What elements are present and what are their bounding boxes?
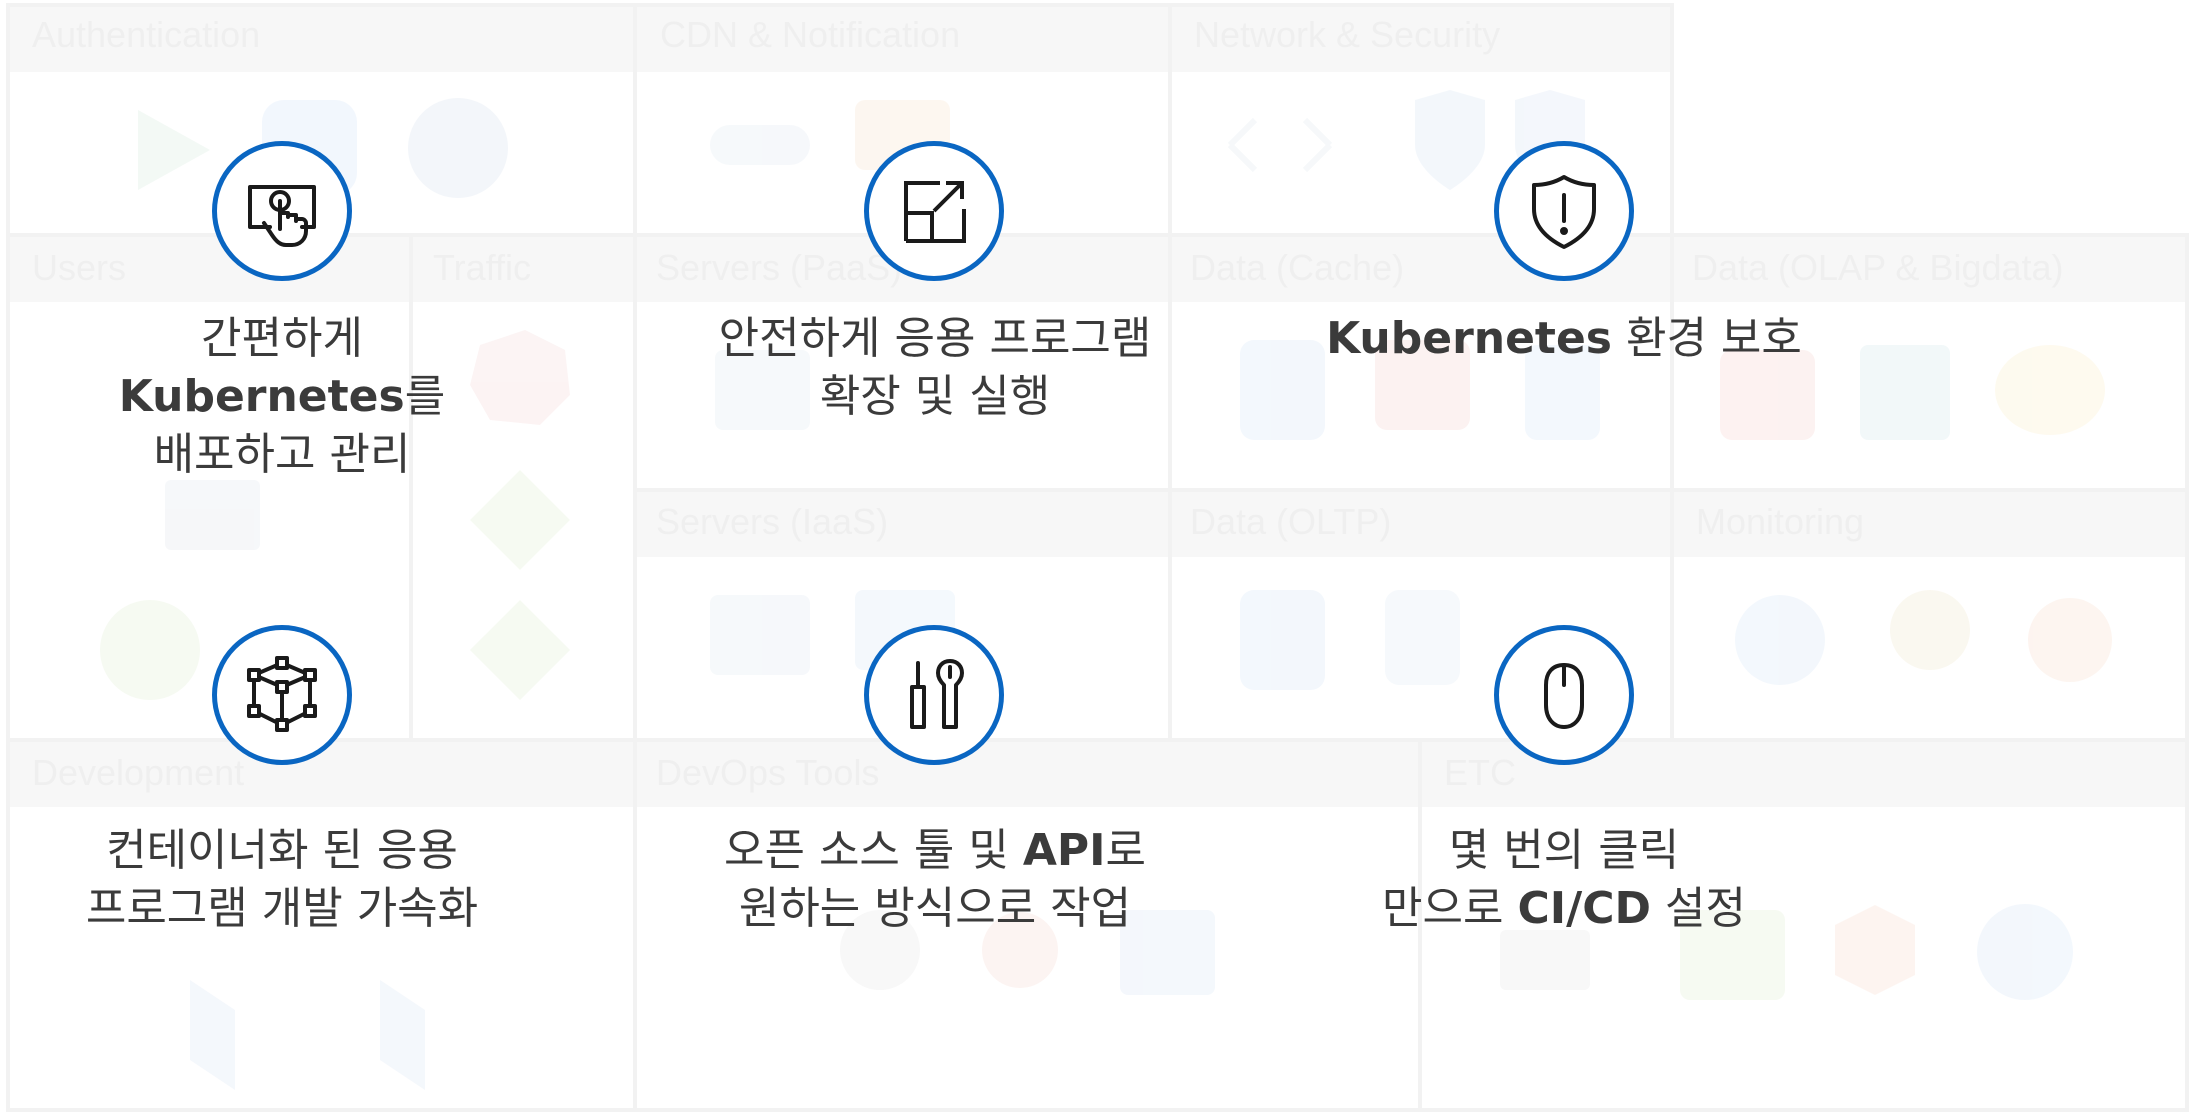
caption-line: 컨테이너화 된 응용 — [106, 825, 458, 876]
vm-icon — [710, 595, 810, 675]
feature-icon-circle — [1494, 625, 1634, 765]
visual-studio-icon — [190, 980, 235, 1090]
pipeline-icon — [1500, 930, 1590, 990]
category-label: Data (OLAP & Bigdata) — [1692, 247, 2064, 288]
category-label: Users — [32, 247, 126, 288]
caption-line: 간편하게 — [201, 313, 363, 364]
caption-line: 확장 및 실행 — [819, 371, 1051, 422]
load-balancer-icon — [470, 470, 570, 570]
category-label: Monitoring — [1696, 501, 1864, 542]
visual-studio-code-icon — [380, 980, 425, 1090]
security-shield-icon — [1415, 90, 1485, 190]
feature-caption: 간편하게 Kubernetes를 배포하고 관리 — [0, 310, 602, 484]
feature-caption: 컨테이너화 된 응용 프로그램 개발 가속화 — [0, 822, 602, 938]
category-label: Development — [32, 752, 244, 793]
category-label: Traffic — [433, 247, 531, 288]
category-label: Authentication — [32, 14, 260, 55]
category-label: Data (Cache) — [1190, 247, 1404, 288]
feature-caption: Kubernetes 환경 보호 — [1244, 310, 1884, 368]
caption-line: 안전하게 응용 프로그램 — [718, 313, 1152, 364]
category-label: Servers (IaaS) — [656, 501, 888, 542]
category-label: DevOps Tools — [656, 752, 879, 793]
network-icon — [1227, 117, 1333, 173]
caption-line: 프로그램 개발 가속화 — [85, 883, 479, 934]
shield-alert-icon — [1532, 175, 1596, 249]
facebook-icon — [408, 98, 508, 198]
touch-screen-icon — [248, 185, 316, 247]
xbox-icon — [100, 600, 200, 700]
grafana-icon — [2028, 598, 2112, 682]
category-label: Servers (PaaS) — [656, 247, 902, 288]
feature-icon-circle — [864, 625, 1004, 765]
caption-line: 만으로 CI/CD 설정 — [1382, 883, 1746, 934]
category-label: Data (OLTP) — [1190, 501, 1391, 542]
feature-icon-circle — [864, 141, 1004, 281]
app-gateway-icon — [470, 600, 570, 700]
desktop-icon — [165, 480, 260, 550]
cube-nodes-icon — [247, 656, 317, 732]
argo-icon — [1977, 904, 2073, 1000]
caption-line: 오픈 소스 툴 및 API로 — [724, 825, 1146, 876]
google-play-icon — [138, 110, 210, 190]
cloud-cdn-icon — [710, 125, 810, 165]
tools-icon — [910, 659, 964, 729]
mouse-icon — [1544, 663, 1584, 729]
caption-line: 배포하고 관리 — [153, 429, 411, 480]
feature-icon-circle — [212, 625, 352, 765]
feature-icon-circle — [1494, 141, 1634, 281]
caption-line: Kubernetes 환경 보호 — [1326, 313, 1802, 364]
category-label: ETC — [1444, 752, 1516, 793]
app-insights-icon — [1735, 595, 1825, 685]
caption-line: Kubernetes를 — [118, 371, 446, 422]
feature-caption: 오픈 소스 툴 및 API로 원하는 방식으로 작업 — [615, 822, 1255, 938]
category-label: CDN & Notification — [660, 14, 960, 55]
sql-db-icon — [1240, 590, 1325, 690]
expand-icon — [904, 181, 966, 243]
category-label: Network & Security — [1194, 14, 1500, 55]
hadoop-icon — [1995, 345, 2105, 435]
feature-caption: 몇 번의 클릭 만으로 CI/CD 설정 — [1244, 822, 1884, 938]
caption-line: 몇 번의 클릭 — [1448, 825, 1680, 876]
mysql-icon — [1385, 590, 1460, 685]
feature-caption: 안전하게 응용 프로그램 확장 및 실행 — [615, 310, 1255, 426]
lightbulb-icon — [1890, 590, 1970, 670]
caption-line: 원하는 방식으로 작업 — [738, 883, 1132, 934]
feature-icon-circle — [212, 141, 352, 281]
